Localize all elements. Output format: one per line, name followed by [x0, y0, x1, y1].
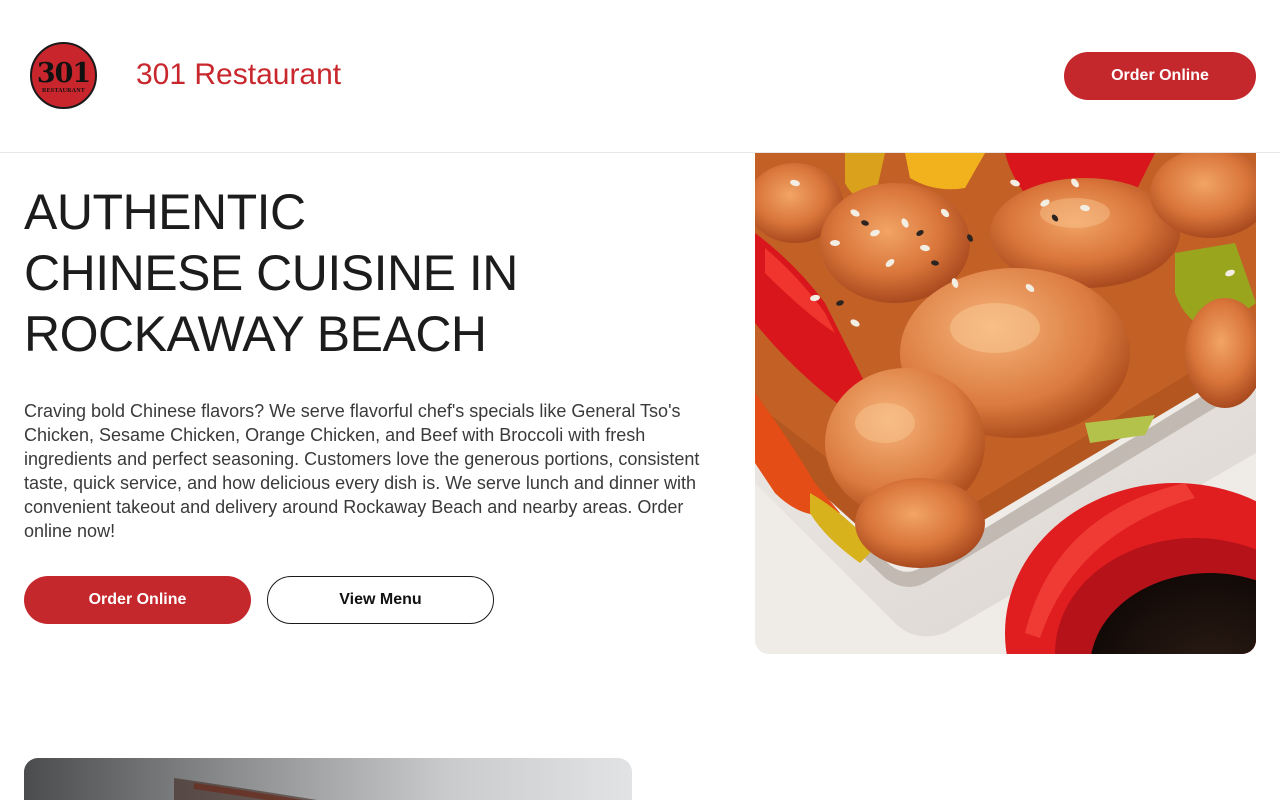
hero-title-line: CHINESE CUISINE IN: [24, 245, 518, 301]
logo-number: 301: [36, 58, 91, 89]
site-header: 301 RESTAURANT 301 Restaurant Order Onli…: [0, 0, 1280, 153]
hero-food-image: [755, 153, 1256, 654]
hero-title: AUTHENTIC CHINESE CUISINE IN ROCKAWAY BE…: [24, 182, 644, 365]
hero-title-line: ROCKAWAY BEACH: [24, 306, 487, 362]
logo-subtext: RESTAURANT: [42, 88, 85, 94]
restaurant-logo[interactable]: 301 RESTAURANT: [30, 42, 97, 109]
secondary-food-image: [24, 758, 632, 800]
hero-order-online-button[interactable]: Order Online: [24, 576, 251, 624]
dish-photo-illustration: [174, 778, 318, 800]
header-order-online-button[interactable]: Order Online: [1064, 52, 1256, 100]
brand-name[interactable]: 301 Restaurant: [136, 57, 341, 93]
hero-description: Craving bold Chinese flavors? We serve f…: [24, 401, 700, 541]
hero-title-line: AUTHENTIC: [24, 184, 306, 240]
view-menu-button[interactable]: View Menu: [267, 576, 494, 624]
sweet-sour-chicken-illustration: [755, 153, 1256, 654]
